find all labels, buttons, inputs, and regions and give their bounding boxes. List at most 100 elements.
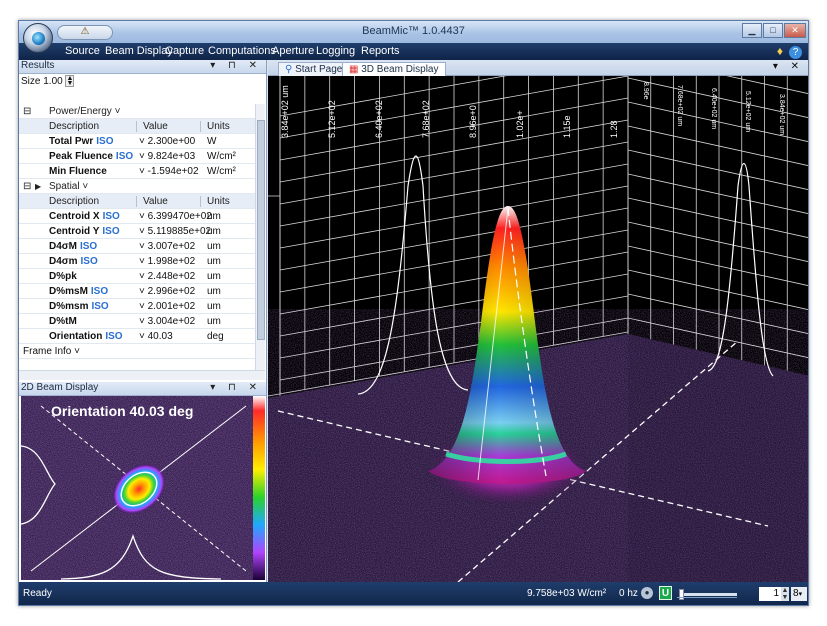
result-row[interactable]: D%pk ˅ 2.448e+02 um	[19, 269, 255, 284]
back-axis-label: 1.02e+	[515, 110, 525, 138]
frame-buffer-select[interactable]: 8▾	[791, 587, 807, 601]
tab-controls[interactable]: ▾ ✕	[773, 61, 804, 72]
results-horizontal-scrollbar[interactable]	[19, 370, 265, 380]
result-row[interactable]: D4σM ISO ˅ 3.007e+02 um	[19, 239, 255, 254]
result-description: D%msm ISO	[49, 299, 109, 314]
column-header-units[interactable]: Units	[207, 194, 230, 209]
result-row[interactable]: Min Fluence ˅ -1.594e+02 W/cm²	[19, 164, 255, 179]
result-description-text: D4σM	[49, 241, 77, 252]
result-description: Peak Fluence ISO	[49, 149, 133, 164]
result-row[interactable]: D4σm ISO ˅ 1.998e+02 um	[19, 254, 255, 269]
beam-3d-canvas[interactable]: 3.84e+02 um 5.12e+02 6.40e+02 7.68e+02 8.96e…	[267, 53, 809, 583]
column-header-value[interactable]: Value	[143, 194, 168, 209]
frame-info-group[interactable]: Frame Info ˅	[19, 344, 255, 359]
result-description-text: Min Fluence	[49, 166, 107, 177]
panel-controls[interactable]: ▾ ⊓ ✕	[210, 382, 262, 393]
result-description: Total Pwr ISO	[49, 134, 114, 149]
help-area: ♦?	[777, 44, 802, 59]
beam-3d-view[interactable]: 3.84e+02 um 5.12e+02 6.40e+02 7.68e+02 8.96e…	[267, 53, 809, 583]
maximize-button[interactable]: □	[763, 23, 783, 38]
result-value-text: 3.004e+02	[147, 316, 196, 327]
size-spinner[interactable]: ▲ ▼	[65, 75, 75, 88]
menu-aperture[interactable]: Aperture	[272, 45, 314, 57]
result-description-text: Centroid Y	[49, 226, 100, 237]
scrollbar-thumb[interactable]	[257, 120, 265, 340]
result-row[interactable]: Total Pwr ISO ˅ 2.300e+00 W	[19, 134, 255, 149]
tab-start-page[interactable]: ⚲ Start Page	[278, 62, 350, 76]
result-row[interactable]: Peak Fluence ISO ˅ 9.824e+03 W/cm²	[19, 149, 255, 164]
result-row[interactable]: D%msM ISO ˅ 2.996e+02 um	[19, 284, 255, 299]
frame-slider[interactable]	[679, 589, 737, 600]
result-value-text: 2.001e+02	[147, 301, 196, 312]
panel-controls[interactable]: ▾ ⊓ ✕	[210, 60, 262, 71]
group-power-energy[interactable]: ⊟ Power/Energy ˅	[19, 104, 255, 119]
tab-3d-beam-display[interactable]: ▦ 3D Beam Display	[342, 62, 446, 76]
size-label: Size	[21, 76, 41, 87]
back-axis-label: 5.12e+02	[327, 100, 337, 138]
magnifier-icon: ⚲	[285, 64, 293, 75]
result-units: um	[207, 211, 221, 222]
spatial-rows: Centroid X ISO ˅ 6.399470e+02 um Centroid YI…	[19, 209, 255, 344]
tab-label: Start Page	[295, 64, 343, 75]
status-fluence: 9.758e+03 W/cm²	[527, 588, 607, 599]
iso-badge: ISO	[80, 256, 98, 267]
result-value-text: 9.824e+03	[147, 151, 196, 162]
result-description-text: D%pk	[49, 271, 77, 282]
result-description-text: Orientation	[49, 331, 103, 342]
collapse-icon[interactable]: ⊟	[23, 104, 31, 119]
result-units: um	[207, 286, 221, 297]
result-value-text: 3.007e+02	[147, 241, 196, 252]
help-icon[interactable]: ?	[789, 46, 802, 59]
collapse-icon[interactable]: ⊟	[23, 179, 31, 194]
back-axis-label: 7.68e+02	[421, 100, 431, 138]
menu-computations[interactable]: Computations	[208, 45, 276, 57]
menu-reports[interactable]: Reports	[361, 45, 400, 57]
result-value: ˅ 2.300e+00	[139, 136, 196, 147]
app-menu-orb-button[interactable]	[23, 23, 53, 53]
column-header-description[interactable]: Description	[49, 119, 99, 134]
quick-access-toolbar[interactable]: ⚠	[57, 25, 113, 40]
result-value: ˅ 1.998e+02	[139, 256, 196, 267]
iso-badge: ISO	[90, 286, 109, 297]
menu-beam-display[interactable]: Beam Display	[105, 45, 173, 57]
frame-number-input[interactable]: 1	[759, 587, 781, 601]
result-row[interactable]: Orientation ISO ˅ 40.03 deg	[19, 329, 255, 344]
results-vertical-scrollbar[interactable]	[255, 104, 265, 370]
result-row[interactable]: Centroid X ISO ˅ 6.399470e+02 um	[19, 209, 255, 224]
iso-badge: ISO	[96, 136, 114, 147]
menu-logging[interactable]: Logging	[316, 45, 355, 57]
result-units: W/cm²	[207, 151, 236, 162]
ultracal-button[interactable]: U	[659, 586, 672, 600]
result-units: um	[207, 271, 221, 282]
slider-knob[interactable]	[679, 589, 684, 600]
result-row[interactable]: Centroid Y ISO ˅ 5.119885e+02 um	[19, 224, 255, 239]
camera-status-icon[interactable]: ●	[641, 587, 653, 599]
minimize-button[interactable]: ▁	[742, 23, 762, 38]
close-button[interactable]: ✕	[784, 23, 806, 38]
result-value-text: 2.448e+02	[147, 271, 196, 282]
iso-badge: ISO	[115, 151, 134, 162]
back-axis-label: 3.84e+02 um	[280, 85, 290, 138]
result-value-text: 2.996e+02	[147, 286, 196, 297]
warning-icon[interactable]: ⚠	[81, 26, 90, 37]
result-units: um	[207, 316, 221, 327]
result-description: Centroid X ISO	[49, 209, 120, 224]
pin-icon[interactable]: ♦	[777, 44, 783, 58]
beam-2d-canvas[interactable]: Orientation 40.03 deg	[21, 396, 265, 580]
result-units: deg	[207, 331, 224, 342]
column-header-value[interactable]: Value	[143, 119, 168, 134]
result-row[interactable]: D%msm ISO ˅ 2.001e+02 um	[19, 299, 255, 314]
iso-badge: ISO	[91, 301, 109, 312]
size-value[interactable]: 1.00	[43, 76, 62, 87]
frame-number-spinner[interactable]: ▲ ▼	[781, 587, 789, 601]
column-header-description[interactable]: Description	[49, 194, 99, 209]
results-panel: Results ▾ ⊓ ✕ Size 1.00 ▲ ▼ ⊟ Power/Energ…	[19, 60, 267, 382]
column-header-units[interactable]: Units	[207, 119, 230, 134]
result-row[interactable]: D%tM ˅ 3.004e+02 um	[19, 314, 255, 329]
menu-source[interactable]: Source	[65, 45, 100, 57]
group-spatial[interactable]: ⊟ ▶ Spatial ˅	[19, 179, 255, 194]
result-description: Centroid Y ISO	[49, 224, 120, 239]
menu-capture[interactable]: Capture	[165, 45, 204, 57]
beam-2d-panel-header: 2D Beam Display ▾ ⊓ ✕	[19, 382, 266, 396]
window-title: BeamMic™ 1.0.4437	[362, 25, 465, 37]
